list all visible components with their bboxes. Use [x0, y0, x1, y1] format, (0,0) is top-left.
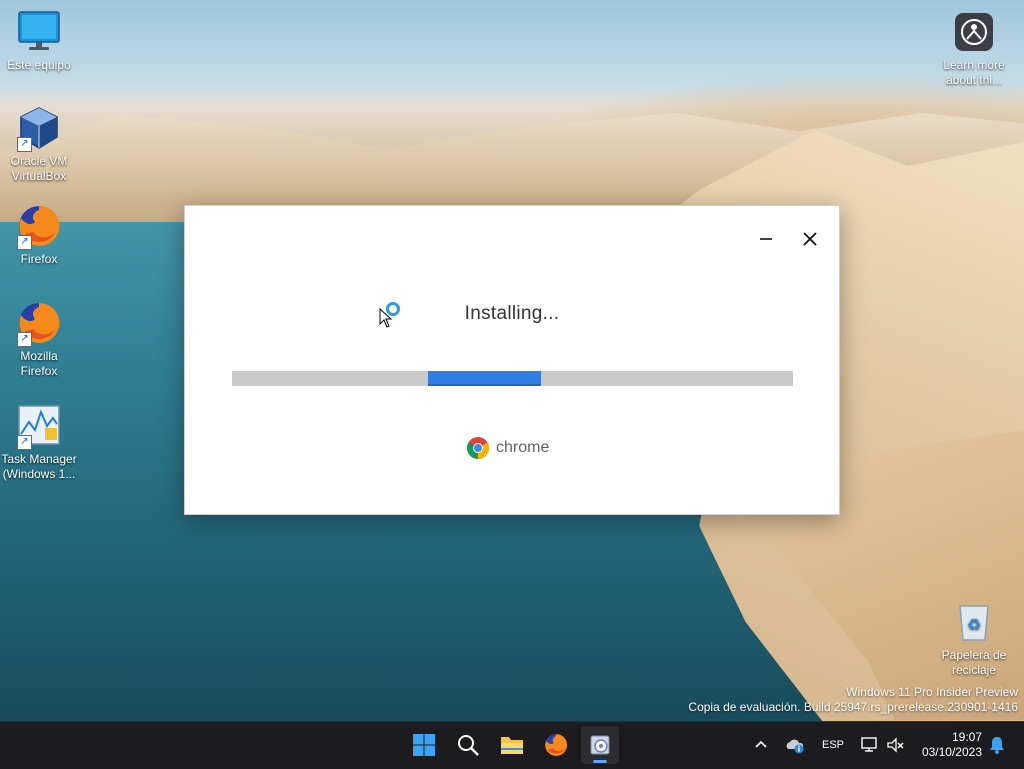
desktop-icon-label: Mozilla Firefox	[20, 349, 58, 378]
notifications-button[interactable]	[988, 735, 1006, 755]
clock-time: 19:07	[951, 730, 982, 744]
active-app-indicator	[593, 760, 607, 763]
close-button[interactable]	[795, 224, 825, 254]
chrome-logo-icon	[467, 437, 489, 459]
firefox-icon: ↗	[17, 204, 61, 250]
file-explorer-button[interactable]	[493, 726, 531, 764]
network-icon	[861, 737, 877, 752]
firefox-icon	[545, 734, 568, 756]
start-button[interactable]	[405, 726, 443, 764]
windows-evaluation-watermark: Windows 11 Pro Insider Preview Copia de …	[688, 685, 1018, 715]
shortcut-arrow-icon: ↗	[17, 435, 32, 450]
start-icon	[413, 734, 435, 756]
installer-taskbar-button[interactable]	[581, 726, 619, 764]
chevron-up-icon	[755, 740, 767, 748]
task-manager-icon: ↗	[17, 404, 61, 450]
desktop-icon-mozilla-firefox[interactable]: ↗ Mozilla Firefox	[1, 301, 77, 379]
desktop-icon-label: Learn more about thi...	[943, 58, 1005, 87]
chrome-brand: chrome	[466, 436, 549, 460]
clock[interactable]: 19:07 03/10/2023	[922, 730, 982, 760]
search-button[interactable]	[449, 726, 487, 764]
desktop-icon-firefox[interactable]: ↗ Firefox	[1, 204, 77, 267]
desktop-icon-learn-more[interactable]: Learn more about thi...	[936, 10, 1012, 88]
desktop-icon-recycle-bin[interactable]: ♻ Papelera de reciclaje	[936, 600, 1012, 678]
close-icon	[803, 232, 817, 246]
installer-icon	[590, 735, 610, 755]
svg-text:♻: ♻	[967, 615, 981, 634]
firefox-taskbar-button[interactable]	[537, 726, 575, 764]
network-tray-button[interactable]	[860, 735, 880, 755]
install-progress-fill	[428, 371, 541, 386]
chrome-brand-name: chrome	[496, 439, 550, 456]
speaker-muted-icon	[887, 737, 904, 753]
file-explorer-icon	[501, 737, 523, 754]
firefox-icon: ↗	[17, 301, 61, 347]
taskbar: ESP 19:07 03/10/2023	[0, 721, 1024, 769]
learn-more-icon	[952, 10, 996, 54]
show-hidden-icons-button[interactable]	[752, 736, 770, 754]
desktop-icon-virtualbox[interactable]: ↗ Oracle VM VirtualBox	[1, 106, 77, 184]
shortcut-arrow-icon: ↗	[17, 137, 32, 152]
cloud-info-icon	[786, 739, 804, 754]
watermark-build: Copia de evaluación. Build 25947.rs_prer…	[688, 700, 1018, 714]
shortcut-arrow-icon: ↗	[17, 235, 32, 250]
onedrive-tray-button[interactable]	[784, 735, 806, 755]
virtualbox-icon: ↗	[17, 106, 61, 152]
minimize-icon	[760, 238, 772, 240]
install-status-text: Installing...	[464, 303, 560, 324]
volume-tray-button[interactable]	[886, 735, 906, 755]
desktop-icon-label: Oracle VM VirtualBox	[10, 154, 68, 183]
desktop-icon-label: Task Manager (Windows 1...	[1, 452, 77, 481]
bell-icon	[990, 737, 1004, 754]
clock-date: 03/10/2023	[921, 745, 982, 759]
shortcut-arrow-icon: ↗	[17, 332, 32, 347]
desktop-icon-label: Firefox	[20, 252, 58, 266]
search-icon	[458, 735, 479, 756]
desktop-icon-label: Este equipo	[7, 58, 71, 72]
desktop-icon-this-pc[interactable]: Este equipo	[1, 10, 77, 73]
monitor-icon	[17, 10, 61, 54]
desktop-icon-task-manager[interactable]: ↗ Task Manager (Windows 1...	[1, 404, 77, 482]
desktop-icon-label: Papelera de reciclaje	[941, 648, 1007, 677]
install-progress-bar	[232, 371, 793, 386]
watermark-edition: Windows 11 Pro Insider Preview	[846, 685, 1018, 699]
recycle-bin-icon: ♻	[952, 600, 996, 644]
chrome-installer-dialog: Installing... chrome	[184, 205, 840, 515]
language-indicator[interactable]: ESP	[822, 739, 844, 751]
minimize-button[interactable]	[751, 224, 781, 254]
